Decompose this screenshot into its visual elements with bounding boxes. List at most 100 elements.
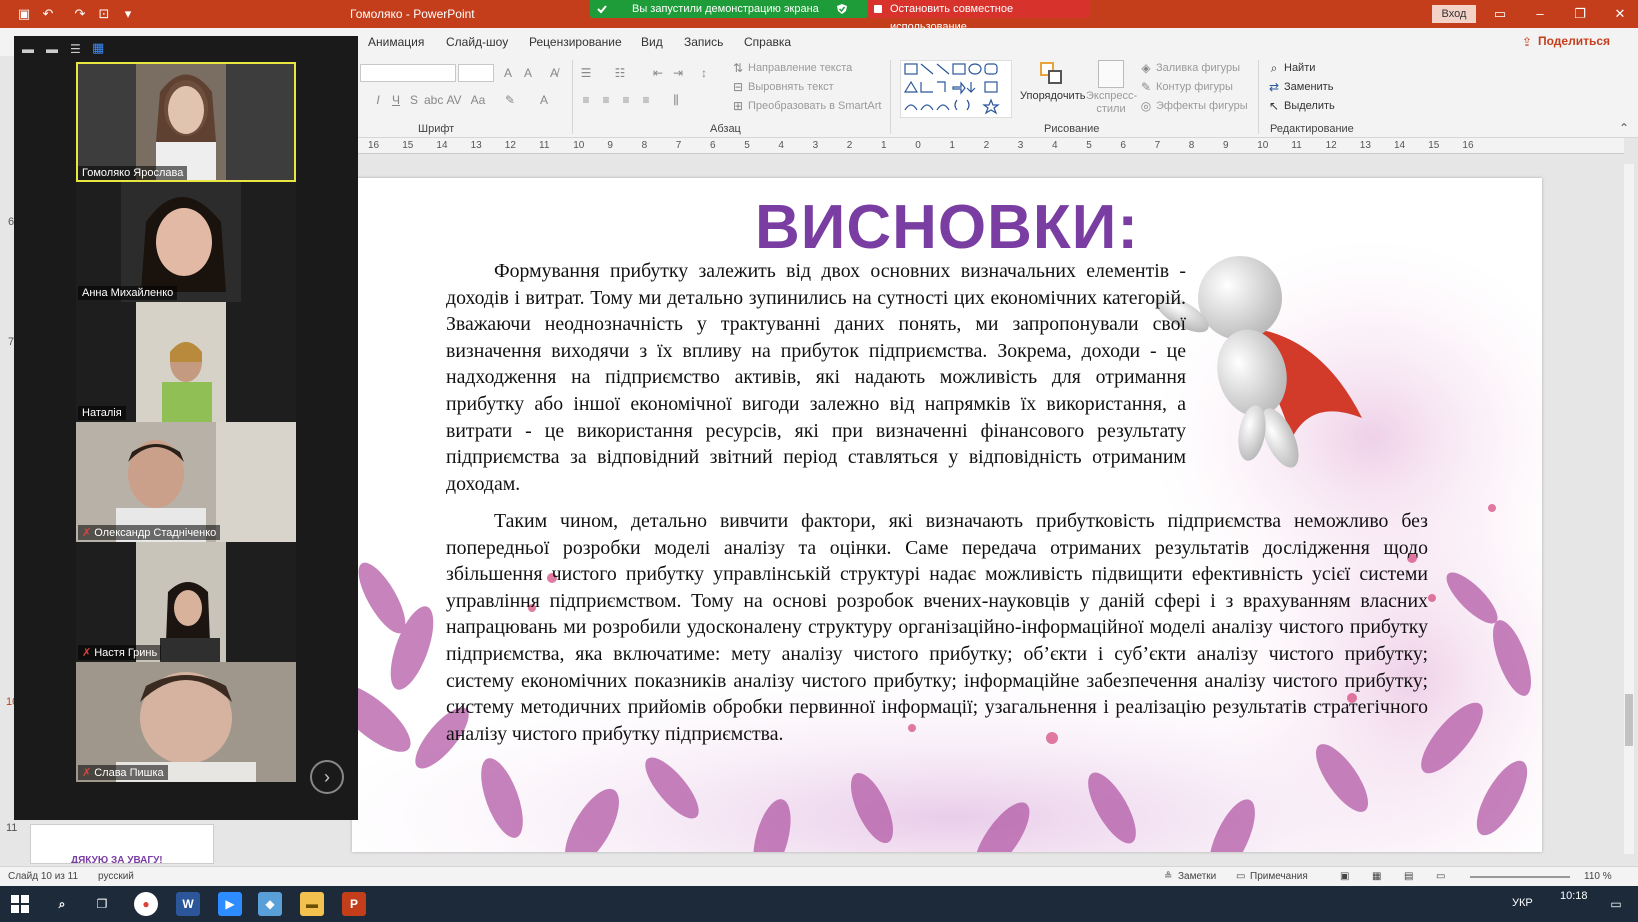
powerpoint-icon[interactable]: P	[342, 892, 366, 916]
line-spacing-icon[interactable]: ↕	[696, 65, 712, 81]
participant-video[interactable]: ✗ Слава Пишка	[76, 662, 296, 782]
search-icon[interactable]: ⌕	[50, 892, 74, 916]
slide-paragraph-1[interactable]: Формування прибутку залежить від двох ос…	[446, 258, 1186, 497]
language-indicator[interactable]: русский	[98, 871, 134, 882]
tab-help[interactable]: Справка	[744, 35, 791, 49]
participant-video[interactable]: Анна Михайленко	[76, 182, 296, 302]
share-banner-text: Вы запустили демонстрацию экрана	[632, 3, 819, 15]
shape-fill-button[interactable]: Заливка фигуры	[1156, 62, 1240, 74]
file-explorer-icon[interactable]: ▬	[300, 892, 324, 916]
keyboard-language[interactable]: УКР	[1512, 897, 1533, 909]
increase-indent-icon[interactable]: ⇥	[670, 65, 686, 81]
font-grow-icon[interactable]: A	[500, 65, 516, 81]
ruler-tick-label: 13	[1359, 140, 1371, 151]
participant-video[interactable]: Наталія	[76, 302, 296, 422]
share-button[interactable]: Поделиться	[1538, 34, 1610, 48]
present-icon[interactable]: ⊡	[96, 6, 112, 22]
restore-icon[interactable]: ❐	[1570, 4, 1590, 24]
replace-button[interactable]: Заменить	[1284, 81, 1333, 93]
font-name-box[interactable]	[360, 64, 456, 82]
task-view-icon[interactable]: ❐	[90, 892, 114, 916]
tab-review[interactable]: Рецензирование	[529, 35, 622, 49]
font-size-box[interactable]	[458, 64, 494, 82]
tab-record[interactable]: Запись	[684, 35, 723, 49]
minimize-view-icon[interactable]: ▬	[22, 42, 34, 56]
bullets-icon[interactable]: ☰	[578, 65, 594, 81]
customize-qa-icon[interactable]: ▾	[120, 6, 136, 22]
highlight-icon[interactable]: ✎	[502, 92, 518, 108]
clock[interactable]: 10:18	[1560, 890, 1588, 902]
slideshow-view-icon[interactable]: ▭	[1436, 871, 1445, 882]
sorter-view-icon[interactable]: ▦	[1372, 871, 1381, 882]
stop-share-button[interactable]: Остановить совместное использование	[868, 0, 1090, 33]
participant-video[interactable]: Гомоляко Ярослава	[76, 62, 296, 182]
vertical-scrollbar[interactable]	[1624, 164, 1634, 854]
chrome-icon[interactable]: ●	[134, 892, 158, 916]
strip-view-icon[interactable]: ☰	[70, 42, 81, 56]
italic-icon[interactable]: I	[370, 92, 386, 108]
select-button[interactable]: Выделить	[1284, 100, 1335, 112]
redo-icon[interactable]: ↷	[72, 6, 88, 22]
strikethrough-icon[interactable]: abc	[424, 92, 443, 108]
slide-title[interactable]: ВИСНОВКИ:	[352, 192, 1542, 263]
text-direction-button[interactable]: Направление текста	[748, 62, 852, 74]
align-text-button[interactable]: Выровнять текст	[748, 81, 834, 93]
align-center-icon[interactable]: ≡	[598, 92, 614, 108]
ruler-tick-label: 10	[1257, 140, 1269, 151]
clear-format-icon[interactable]: A̸	[546, 65, 562, 81]
align-right-icon[interactable]: ≡	[618, 92, 634, 108]
app-icon[interactable]: ◆	[258, 892, 282, 916]
next-page-button[interactable]: ›	[310, 760, 344, 794]
zoom-icon[interactable]: ▶	[218, 892, 242, 916]
tab-animation[interactable]: Анимация	[368, 35, 424, 49]
notification-icon[interactable]: ▭	[1604, 892, 1628, 916]
undo-icon[interactable]: ↶	[40, 6, 56, 22]
tab-view[interactable]: Вид	[641, 35, 663, 49]
minimize-icon[interactable]: –	[1530, 4, 1550, 24]
zoom-level[interactable]: 110 %	[1584, 871, 1612, 882]
shapes-gallery[interactable]	[900, 60, 1012, 118]
font-shrink-icon[interactable]: A	[520, 65, 536, 81]
quick-styles-button[interactable]: Экспресс-стили	[1086, 90, 1137, 116]
ribbon-display-icon[interactable]: ▭	[1490, 4, 1510, 24]
notes-button[interactable]: Заметки	[1178, 871, 1216, 882]
font-color-icon[interactable]: A	[536, 92, 552, 108]
participant-video[interactable]: ✗ Настя Гринь	[76, 542, 296, 662]
case-icon[interactable]: Aa	[470, 92, 486, 108]
decrease-indent-icon[interactable]: ⇤	[650, 65, 666, 81]
arrange-button[interactable]: Упорядочить	[1020, 90, 1085, 102]
align-text-icon: ⊟	[732, 80, 744, 94]
collapse-ribbon-icon[interactable]: ⌃	[1616, 120, 1632, 136]
word-icon[interactable]: W	[176, 892, 200, 916]
ruler-tick-label: 2	[983, 140, 990, 151]
align-left-icon[interactable]: ≡	[578, 92, 594, 108]
justify-icon[interactable]: ≡	[638, 92, 654, 108]
gallery-view-icon[interactable]: ▦	[92, 40, 104, 56]
shape-effects-button[interactable]: Эффекты фигуры	[1156, 100, 1248, 112]
group-label-font: Шрифт	[418, 123, 455, 135]
convert-smartart-button[interactable]: Преобразовать в SmartArt	[748, 100, 881, 112]
windows-start-icon[interactable]	[8, 892, 32, 916]
find-button[interactable]: Найти	[1284, 62, 1315, 74]
reading-view-icon[interactable]: ▤	[1404, 871, 1413, 882]
columns-icon[interactable]: ⫼	[668, 92, 684, 108]
comments-button[interactable]: Примечания	[1250, 871, 1308, 882]
slide[interactable]: ВИСНОВКИ: Формування прибутку залежить в…	[352, 178, 1542, 852]
ruler-tick-label: 6	[710, 140, 716, 151]
save-icon[interactable]: ▣	[16, 6, 32, 22]
tab-slideshow[interactable]: Слайд-шоу	[446, 35, 508, 49]
normal-view-icon[interactable]: ▣	[1340, 871, 1349, 882]
spacing-icon[interactable]: AV	[446, 92, 462, 108]
shadow-icon[interactable]: S	[406, 92, 422, 108]
slide-paragraph-2[interactable]: Таким чином, детально вивчити фактори, я…	[446, 508, 1428, 747]
close-icon[interactable]: ✕	[1610, 4, 1630, 24]
participant-video[interactable]: ✗ Олександр Стадніченко	[76, 422, 296, 542]
underline-icon[interactable]: Ч	[388, 92, 404, 108]
login-button[interactable]: Вход	[1432, 5, 1476, 23]
slide-thumbnail[interactable]: ДЯКУЮ ЗА УВАГУ!	[30, 824, 214, 864]
participant-name: ✗ Слава Пишка	[78, 765, 168, 780]
speaker-view-icon[interactable]: ▬	[46, 42, 58, 56]
shape-outline-button[interactable]: Контур фигуры	[1156, 81, 1233, 93]
zoom-slider[interactable]	[1470, 876, 1570, 878]
numbering-icon[interactable]: ☷	[612, 65, 628, 81]
